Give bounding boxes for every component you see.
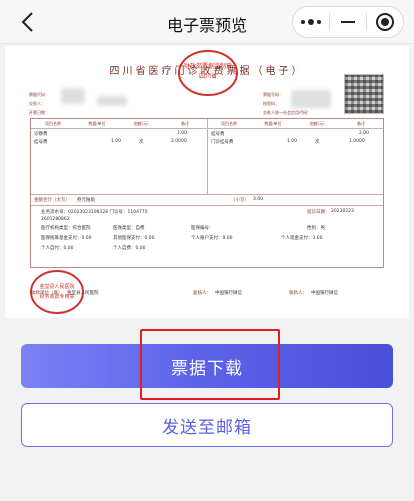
table-cell: 次 <box>139 140 144 145</box>
header-cell: 备注 <box>181 121 189 126</box>
header-cell: 金额(元) <box>133 121 149 126</box>
reviewer-value: 中国银行微信 <box>215 291 242 296</box>
header-cell: 备注 <box>357 121 365 126</box>
meta-left-line: 票据代码： <box>29 92 49 97</box>
info-line: 业务流水号：02023023108328 门诊号：1104770 <box>41 210 148 215</box>
more-dots-icon <box>301 19 321 25</box>
info-line: 性别：男 <box>307 226 325 231</box>
info-line: 个人账户支付：0.00 <box>191 236 233 241</box>
info-line: 个人自付：0.00 <box>41 246 74 251</box>
reviewer-label: 复核人： <box>193 291 211 296</box>
total-label: 金额合计（大写） <box>34 198 70 203</box>
redacted-block <box>291 90 331 108</box>
table-row: 诊察费 <box>34 132 48 137</box>
send-to-email-button[interactable]: 发送至邮箱 <box>21 403 393 447</box>
date-value: 20230223 <box>331 209 354 214</box>
table-cell: 1.00 <box>177 131 188 136</box>
qr-code <box>344 74 384 114</box>
finance-seal-icon: 财政部票据监制章 四川省 <box>178 50 238 96</box>
table-cell: 1.0000 <box>349 139 365 144</box>
navigation-bar: 电子票预览 <box>0 0 414 44</box>
invoice-preview: 四川省医疗门诊收费票据（电子） 财政部票据监制章 四川省 票据代码： 交款人： … <box>5 46 409 318</box>
info-line: 医保统筹基金支付：0.00 <box>41 236 92 241</box>
seal-bottom-sub: 财务收费专用章 <box>39 293 74 300</box>
info-line: 医保类型：自费 <box>113 226 145 231</box>
header-cell: 金额(元) <box>309 121 325 126</box>
total-small-label: （小写） <box>231 198 249 203</box>
meta-left: 票据代码： 交款人： 开票日期： <box>29 90 49 117</box>
table-row: 挂号费 <box>211 132 225 137</box>
collector-value: 中国银行微信 <box>311 291 338 296</box>
info-line: 其他医保支付：0.00 <box>113 236 155 241</box>
header-cell: 数量/单位 <box>264 121 282 126</box>
meta-right-line: 交款人统一社会信用代码： <box>263 110 311 115</box>
minimize-button[interactable] <box>330 7 366 37</box>
info-line: 个人现金支付：3.60 <box>281 236 323 241</box>
info-line: 医保编号： <box>191 226 214 231</box>
invoice-table: 项目名称 数量/单位 金额(元) 备注 项目名称 数量/单位 金额(元) 备注 … <box>30 118 384 268</box>
redacted-block <box>97 96 127 106</box>
info-line: 2601280862 <box>41 217 70 222</box>
header-cell: 项目名称 <box>45 121 61 126</box>
target-icon <box>376 13 394 31</box>
table-cell: 1.00 <box>111 139 122 144</box>
redacted-block <box>61 88 85 104</box>
minus-icon <box>341 21 355 23</box>
meta-left-line: 交款人： <box>29 101 45 106</box>
table-cell: 1.00 <box>287 139 298 144</box>
info-line: 个人自费：0.00 <box>113 246 146 251</box>
more-options-button[interactable] <box>293 7 329 37</box>
header-cell: 数量/单位 <box>88 121 106 126</box>
seal-top-text: 财政部票据监制章 <box>184 62 232 70</box>
info-line: 医疗机构类型：综合医院 <box>41 226 91 231</box>
table-cell: 2.00 <box>359 131 370 136</box>
download-invoice-button[interactable]: 票据下载 <box>21 344 393 388</box>
total-upper: 叁元陆角 <box>77 198 95 203</box>
hospital-seal-icon: 金堂县人民医院 财务收费专用章 <box>30 270 84 314</box>
header-cell: 项目名称 <box>221 121 237 126</box>
table-row: 挂号费 <box>34 140 48 145</box>
table-row: 门诊挂号费 <box>211 140 234 145</box>
seal-top-sub: 四川省 <box>199 72 217 80</box>
close-button[interactable] <box>367 7 403 37</box>
date-label: 就诊日期： <box>307 210 330 215</box>
total-small: 3.60 <box>253 197 264 202</box>
mini-program-capsule <box>292 6 404 38</box>
meta-left-line: 开票日期： <box>29 110 49 115</box>
seal-bottom-text: 金堂县人民医院 <box>39 283 74 290</box>
table-cell: 2.0000 <box>171 139 187 144</box>
collector-label: 收款人： <box>289 291 307 296</box>
table-cell: 次 <box>315 140 320 145</box>
